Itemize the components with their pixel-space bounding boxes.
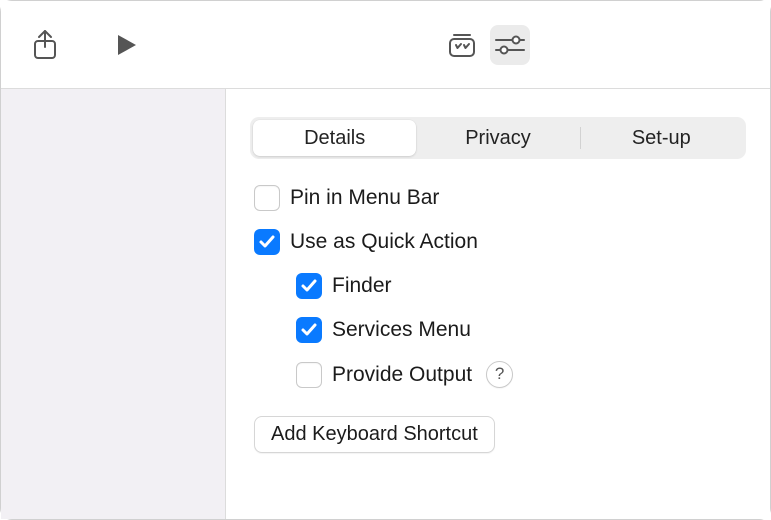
library-button[interactable] [442, 25, 482, 65]
main-panel: Details Privacy Set-up Pin in Menu Bar [226, 89, 770, 519]
help-button[interactable]: ? [486, 361, 513, 388]
output-checkbox[interactable] [296, 362, 322, 388]
finder-checkbox[interactable] [296, 273, 322, 299]
run-button[interactable] [107, 25, 147, 65]
pin-checkbox[interactable] [254, 185, 280, 211]
tab-setup[interactable]: Set-up [580, 120, 743, 156]
tab-details[interactable]: Details [253, 120, 416, 156]
toolbar [1, 1, 770, 89]
add-keyboard-shortcut-button[interactable]: Add Keyboard Shortcut [254, 416, 495, 453]
tab-label: Set-up [632, 127, 691, 150]
option-pin-row: Pin in Menu Bar [254, 185, 746, 211]
share-icon [32, 29, 58, 61]
tab-label: Privacy [465, 127, 531, 150]
tab-label: Details [304, 127, 365, 150]
output-label: Provide Output [332, 362, 472, 387]
shortcut-label: Add Keyboard Shortcut [271, 423, 478, 446]
share-button[interactable] [25, 25, 65, 65]
help-icon: ? [495, 364, 504, 384]
services-label: Services Menu [332, 317, 471, 342]
checkmark-icon [300, 321, 318, 339]
play-icon [116, 33, 138, 57]
quick-action-checkbox[interactable] [254, 229, 280, 255]
settings-button[interactable] [490, 25, 530, 65]
pin-label: Pin in Menu Bar [290, 185, 439, 210]
finder-label: Finder [332, 273, 392, 298]
checkmark-icon [258, 233, 276, 251]
checkmark-icon [300, 277, 318, 295]
services-checkbox[interactable] [296, 317, 322, 343]
library-icon [446, 31, 478, 59]
option-services-row: Services Menu [254, 317, 746, 343]
tab-privacy[interactable]: Privacy [416, 120, 579, 156]
option-quick-row: Use as Quick Action [254, 229, 746, 255]
quick-label: Use as Quick Action [290, 229, 478, 254]
tab-bar: Details Privacy Set-up [250, 117, 746, 159]
sliders-icon [493, 34, 527, 56]
sidebar [1, 89, 226, 519]
option-finder-row: Finder [254, 273, 746, 299]
option-output-row: Provide Output ? [254, 361, 746, 388]
